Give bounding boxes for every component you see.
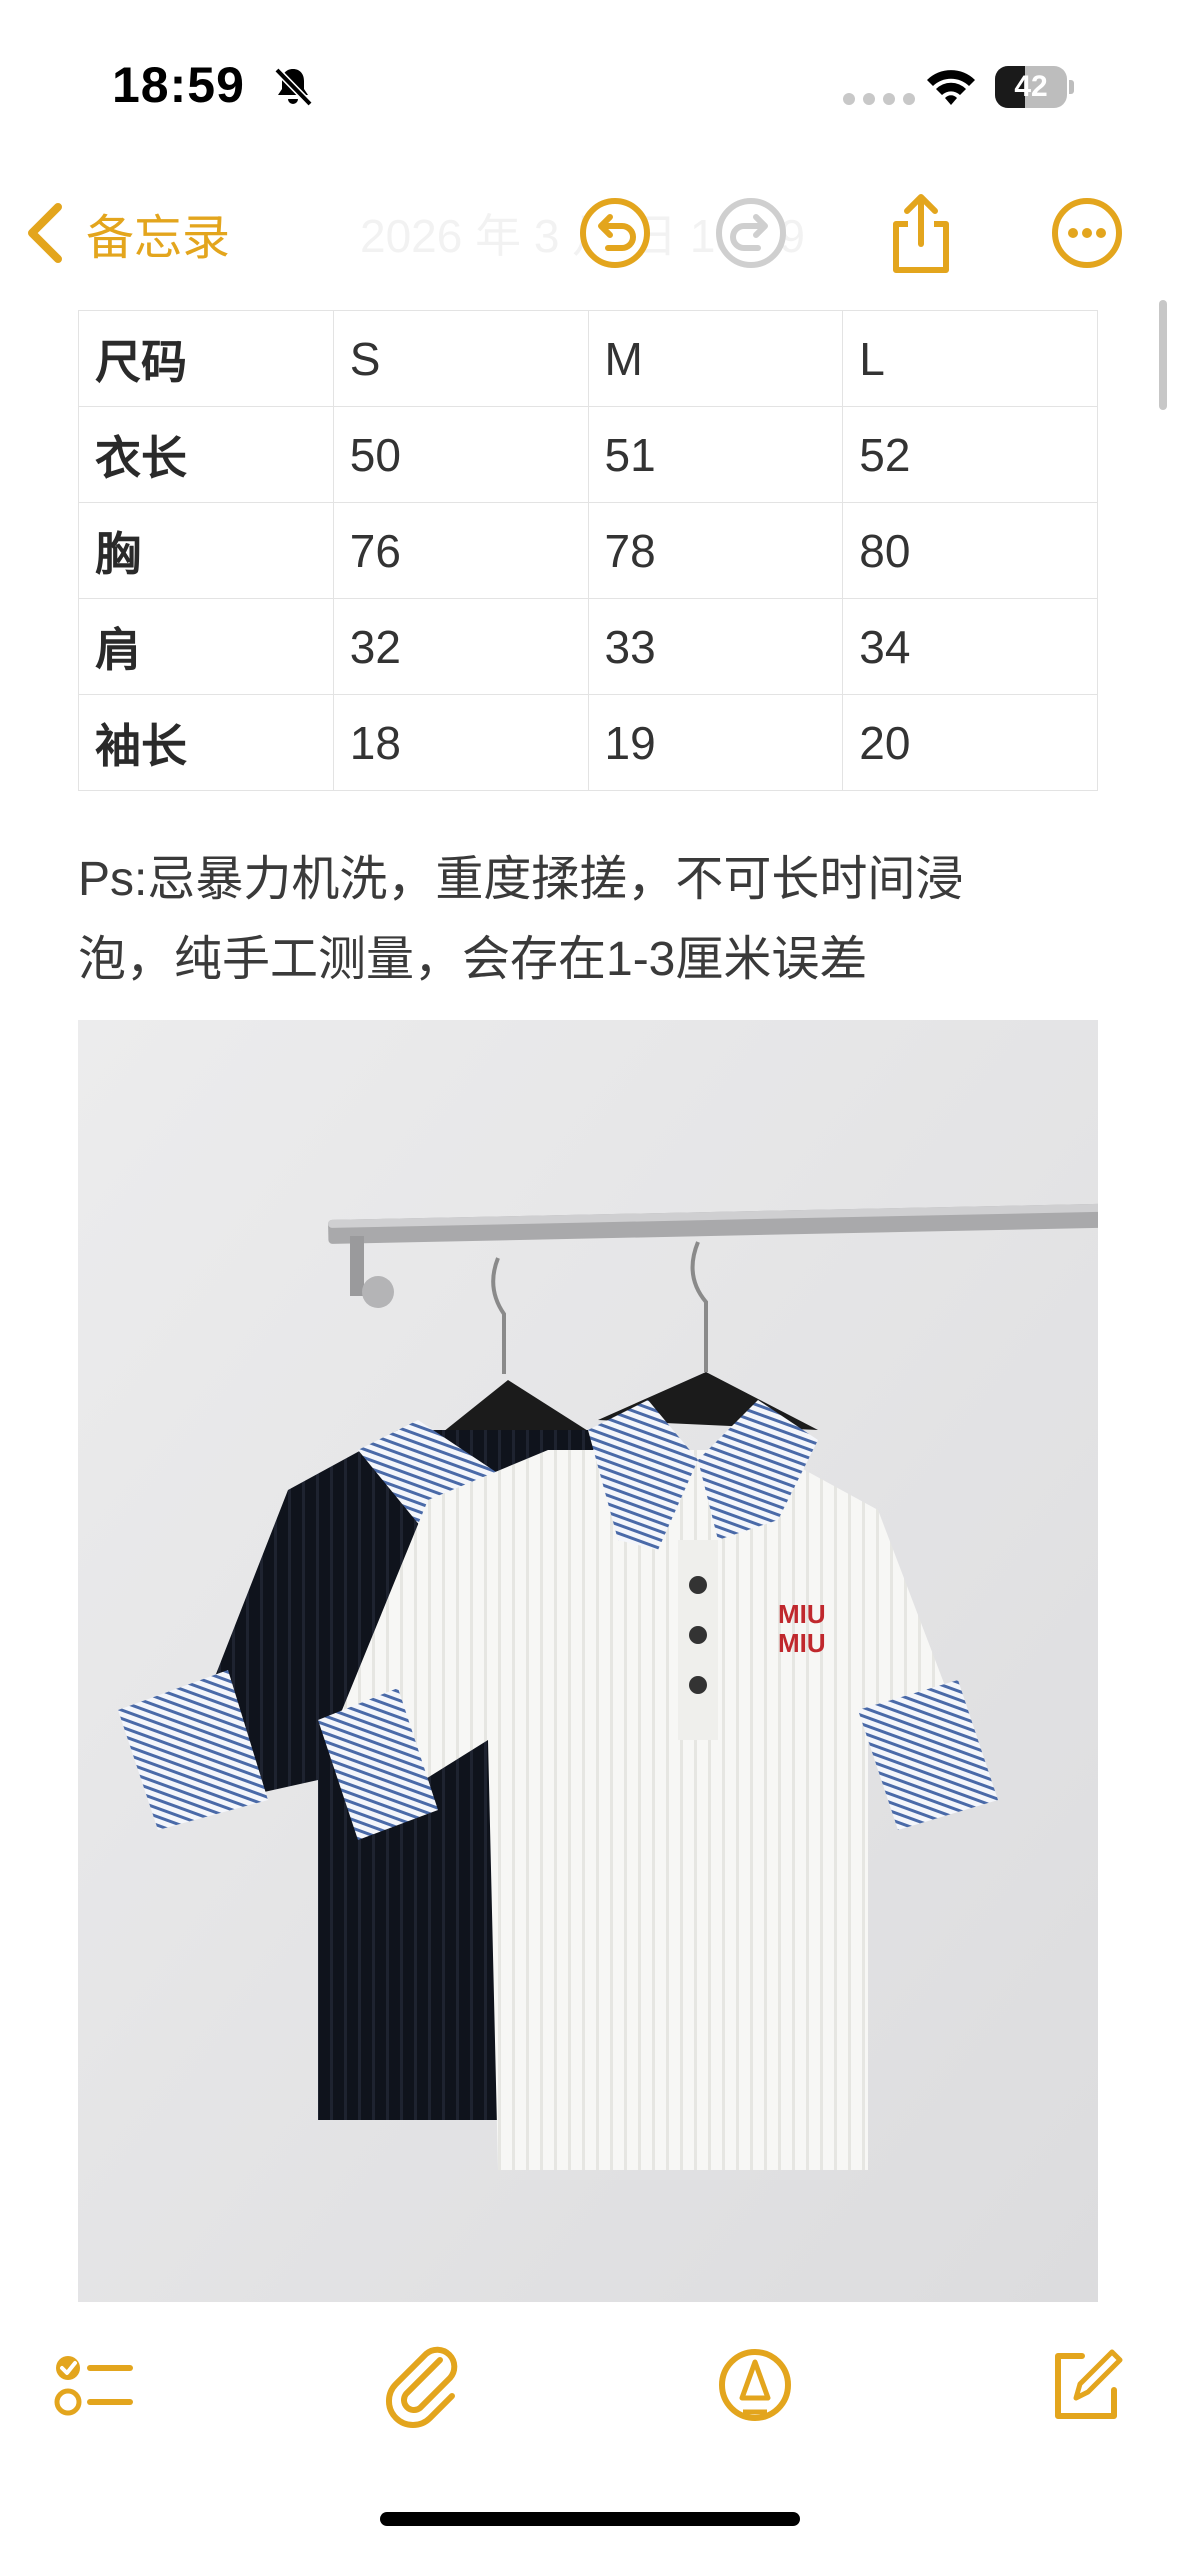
table-cell[interactable]: 76 bbox=[332, 502, 589, 599]
table-cell[interactable]: 19 bbox=[587, 694, 844, 791]
table-cell[interactable]: L bbox=[842, 310, 1098, 407]
table-row: 袖长 18 19 20 bbox=[78, 694, 1098, 791]
table-cell[interactable]: 肩 bbox=[78, 598, 334, 695]
more-icon[interactable] bbox=[1044, 190, 1130, 276]
share-icon[interactable] bbox=[878, 190, 964, 276]
table-row: 衣长 50 51 52 bbox=[78, 406, 1098, 503]
table-cell[interactable]: M bbox=[587, 310, 844, 407]
size-table: 尺码 S M L 衣长 50 51 52 胸 76 78 80 肩 32 33 … bbox=[78, 310, 1098, 791]
table-cell[interactable]: 33 bbox=[587, 598, 844, 695]
table-cell[interactable]: 20 bbox=[842, 694, 1098, 791]
table-cell[interactable]: 34 bbox=[842, 598, 1098, 695]
table-cell[interactable]: 78 bbox=[587, 502, 844, 599]
table-cell[interactable]: 衣长 bbox=[78, 406, 334, 503]
photo-illustration: MIU MIU bbox=[78, 1020, 1098, 2302]
logo-text: MIU bbox=[778, 1628, 826, 1658]
battery-icon: 42 bbox=[995, 66, 1075, 108]
back-button[interactable]: 备忘录 bbox=[24, 188, 230, 278]
redo-icon[interactable] bbox=[708, 190, 794, 276]
status-bar: 18:59 42 bbox=[0, 0, 1179, 170]
cellular-signal-icon bbox=[843, 93, 915, 105]
bottom-toolbar bbox=[0, 2310, 1179, 2460]
product-photo[interactable]: MIU MIU bbox=[78, 1020, 1098, 2302]
scroll-indicator[interactable] bbox=[1159, 300, 1167, 410]
back-label: 备忘录 bbox=[86, 212, 231, 265]
compose-icon[interactable] bbox=[1040, 2340, 1130, 2430]
table-cell[interactable]: 80 bbox=[842, 502, 1098, 599]
note-line: Ps:忌暴力机洗，重度揉搓，不可长时间浸 bbox=[78, 853, 964, 906]
bell-slash-icon bbox=[274, 67, 313, 107]
table-cell[interactable]: 胸 bbox=[78, 502, 334, 599]
table-cell[interactable]: 袖长 bbox=[78, 694, 334, 791]
table-cell[interactable]: 18 bbox=[332, 694, 589, 791]
table-row: 胸 76 78 80 bbox=[78, 502, 1098, 599]
checklist-icon[interactable] bbox=[48, 2340, 138, 2430]
battery-level: 42 bbox=[1014, 70, 1048, 103]
table-cell[interactable]: 52 bbox=[842, 406, 1098, 503]
table-cell[interactable]: 51 bbox=[587, 406, 844, 503]
note-text[interactable]: Ps:忌暴力机洗，重度揉搓，不可长时间浸 泡，纯手工测量，会存在1-3厘米误差 bbox=[78, 840, 1098, 1000]
table-row: 尺码 S M L bbox=[78, 310, 1098, 407]
table-cell[interactable]: 50 bbox=[332, 406, 589, 503]
paperclip-icon[interactable] bbox=[380, 2340, 470, 2430]
wifi-icon bbox=[927, 70, 975, 105]
table-cell[interactable]: 32 bbox=[332, 598, 589, 695]
home-indicator[interactable] bbox=[380, 2512, 800, 2526]
table-row: 肩 32 33 34 bbox=[78, 598, 1098, 695]
logo-text: MIU bbox=[778, 1599, 826, 1629]
nav-bar: 备忘录 2026 年 3 月 日 18:59 bbox=[0, 170, 1179, 300]
note-line: 泡，纯手工测量，会存在1-3厘米误差 bbox=[78, 933, 868, 986]
undo-icon[interactable] bbox=[572, 190, 658, 276]
chevron-left-icon bbox=[28, 203, 62, 263]
markup-pen-icon[interactable] bbox=[710, 2340, 800, 2430]
table-cell[interactable]: S bbox=[332, 310, 589, 407]
status-time: 18:59 bbox=[112, 57, 245, 113]
table-cell[interactable]: 尺码 bbox=[78, 310, 334, 407]
